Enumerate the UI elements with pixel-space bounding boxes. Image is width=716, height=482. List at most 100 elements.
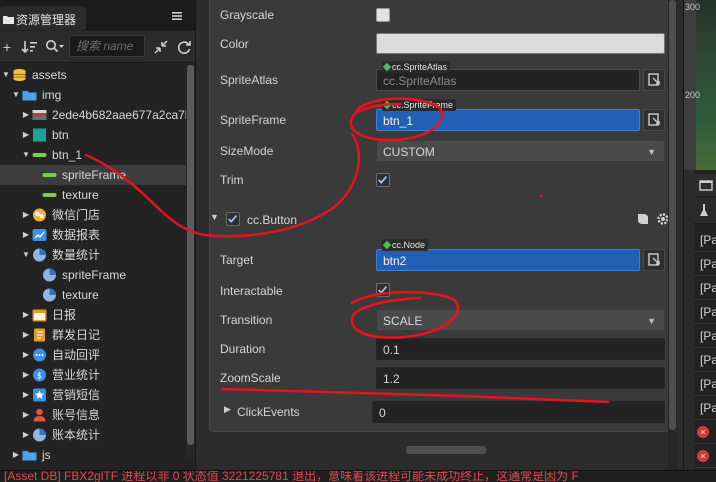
tree-row[interactable]: ▼ img bbox=[0, 85, 186, 105]
console-log-row[interactable]: [Pa bbox=[694, 348, 716, 372]
tree-row[interactable]: ▶ 微信门店 bbox=[0, 205, 186, 225]
target-picker[interactable] bbox=[643, 249, 665, 271]
scene-ruler bbox=[684, 0, 696, 170]
console-log-row[interactable]: [Pa bbox=[694, 324, 716, 348]
search-icon[interactable] bbox=[45, 39, 65, 55]
tree-row[interactable]: ▶ 账号信息 bbox=[0, 405, 186, 425]
zoom-scale-label: ZoomScale bbox=[220, 371, 281, 385]
pie-icon bbox=[33, 428, 46, 442]
wechat-icon bbox=[33, 208, 46, 222]
scene-view[interactable]: 300 200 bbox=[684, 0, 716, 170]
pie-icon bbox=[43, 268, 56, 282]
caret-down-icon[interactable]: ▼ bbox=[12, 85, 20, 105]
tree-row[interactable]: ▶ 营销短信 bbox=[0, 385, 186, 405]
click-events-expand-arrow[interactable]: ▶ bbox=[224, 404, 231, 415]
tree-row[interactable]: spriteFrame bbox=[0, 165, 186, 185]
inspector-bottom-handle[interactable] bbox=[406, 446, 486, 454]
asset-type-icon bbox=[382, 100, 392, 110]
caret-down-icon[interactable]: ▼ bbox=[22, 145, 30, 165]
clear-console-icon[interactable] bbox=[694, 198, 716, 224]
assets-tab-title: 资源管理器 bbox=[16, 13, 77, 27]
collapse-icon[interactable] bbox=[153, 39, 169, 55]
size-mode-select[interactable]: CUSTOM ▼ bbox=[376, 140, 665, 162]
caret-right-icon[interactable]: ▶ bbox=[22, 205, 30, 225]
trim-checkbox[interactable] bbox=[376, 173, 390, 187]
caret-right-icon[interactable]: ▶ bbox=[22, 425, 30, 445]
button-component-title: cc.Button bbox=[247, 213, 298, 227]
ruler-tick-label: 300 bbox=[685, 2, 701, 12]
size-mode-label: SizeMode bbox=[220, 144, 274, 158]
tree-row-label: 数量统计 bbox=[52, 248, 101, 262]
caret-right-icon[interactable]: ▶ bbox=[22, 105, 30, 125]
pie-icon bbox=[43, 288, 56, 302]
caret-right-icon[interactable]: ▶ bbox=[22, 345, 30, 365]
interactable-checkbox[interactable] bbox=[376, 283, 390, 297]
assets-panel: 资源管理器 + ▼ assets ▼ img ▶ 2ede4b682aae677a2ca7… bbox=[0, 0, 196, 470]
caret-right-icon[interactable]: ▶ bbox=[22, 125, 30, 145]
sprite-frame-label: SpriteFrame bbox=[220, 113, 287, 127]
duration-input[interactable]: 0.1 bbox=[376, 338, 665, 360]
tree-row[interactable]: ▶ 数据报表 bbox=[0, 225, 186, 245]
console-log-row[interactable]: [Pa bbox=[694, 372, 716, 396]
click-events-count-input[interactable]: 0 bbox=[372, 401, 665, 423]
caret-down-icon[interactable]: ▼ bbox=[22, 245, 30, 265]
tree-row-label: texture bbox=[62, 188, 99, 202]
caret-right-icon[interactable]: ▶ bbox=[22, 325, 30, 345]
caret-right-icon[interactable]: ▶ bbox=[22, 225, 30, 245]
target-field[interactable]: btn2 bbox=[376, 249, 640, 271]
transition-select[interactable]: SCALE ▼ bbox=[376, 309, 665, 331]
zoom-scale-input[interactable]: 1.2 bbox=[376, 367, 665, 389]
component-collapse-arrow[interactable]: ▼ bbox=[210, 212, 219, 222]
tree-row[interactable]: ▶ 自动回评 bbox=[0, 345, 186, 365]
caret-right-icon[interactable]: ▶ bbox=[12, 445, 20, 465]
console-error-row[interactable]: × bbox=[694, 420, 716, 444]
inspector-panel: Grayscale Color SpriteAtlas cc.SpriteAtl… bbox=[196, 0, 684, 470]
console-error-row[interactable]: × bbox=[694, 444, 716, 468]
tree-row[interactable]: ▶ 账本统计 bbox=[0, 425, 186, 445]
sprite-frame-picker[interactable] bbox=[643, 109, 665, 131]
console-log-row[interactable]: [Pa bbox=[694, 276, 716, 300]
caret-right-icon[interactable]: ▶ bbox=[22, 405, 30, 425]
tree-scrollbar-thumb[interactable] bbox=[187, 65, 194, 445]
caret-right-icon[interactable]: ▶ bbox=[22, 305, 30, 325]
tree-row-label: 数据报表 bbox=[52, 228, 101, 242]
tree-row[interactable]: ▼ assets bbox=[0, 65, 186, 85]
caret-right-icon[interactable]: ▶ bbox=[22, 365, 30, 385]
tree-row[interactable]: texture bbox=[0, 185, 186, 205]
book-icon[interactable] bbox=[636, 212, 650, 226]
tree-row[interactable]: texture bbox=[0, 285, 186, 305]
caret-right-icon[interactable]: ▶ bbox=[22, 385, 30, 405]
console-log-row[interactable]: [Pa bbox=[694, 252, 716, 276]
refresh-icon[interactable] bbox=[176, 39, 192, 55]
target-type-tag: cc.Node bbox=[382, 239, 429, 251]
tree-row[interactable]: ▶ js bbox=[0, 445, 186, 465]
caret-down-icon[interactable]: ▼ bbox=[2, 65, 10, 85]
error-icon: × bbox=[697, 426, 709, 438]
tree-row[interactable]: ▶ $ 营业统计 bbox=[0, 365, 186, 385]
sprite-atlas-picker[interactable] bbox=[643, 69, 665, 91]
console-tab[interactable] bbox=[694, 174, 716, 196]
tree-row[interactable]: ▶ 日报 bbox=[0, 305, 186, 325]
plus-icon[interactable]: + bbox=[0, 39, 14, 55]
tree-row[interactable]: ▶ 2ede4b682aae677a2ca7b bbox=[0, 105, 192, 125]
color-swatch[interactable] bbox=[376, 33, 665, 54]
tree-row-label: 自动回评 bbox=[52, 348, 101, 362]
tree-row[interactable]: spriteFrame bbox=[0, 265, 186, 285]
tree-row[interactable]: ▶ btn bbox=[0, 125, 186, 145]
console-log-row[interactable]: [Pa bbox=[694, 396, 716, 420]
menu-icon[interactable] bbox=[171, 10, 183, 22]
inspector-scrollbar-thumb[interactable] bbox=[669, 0, 676, 430]
sprite-frame-field[interactable]: btn_1 bbox=[376, 109, 640, 131]
sort-icon[interactable] bbox=[21, 39, 39, 55]
tree-row[interactable]: ▶ 群发日记 bbox=[0, 325, 186, 345]
button-enabled-checkbox[interactable] bbox=[226, 212, 240, 226]
tree-row[interactable]: ▼ 数量统计 bbox=[0, 245, 186, 265]
console-log-row[interactable]: [Pa bbox=[694, 228, 716, 252]
tree-row[interactable]: ▼ btn_1 bbox=[0, 145, 186, 165]
assets-tab[interactable]: 资源管理器 bbox=[0, 6, 86, 30]
tree-row-label: 账号信息 bbox=[52, 408, 101, 422]
color-label: Color bbox=[220, 37, 249, 51]
search-input[interactable] bbox=[69, 35, 145, 57]
console-log-row[interactable]: [Pa bbox=[694, 300, 716, 324]
grayscale-checkbox[interactable] bbox=[376, 8, 390, 22]
